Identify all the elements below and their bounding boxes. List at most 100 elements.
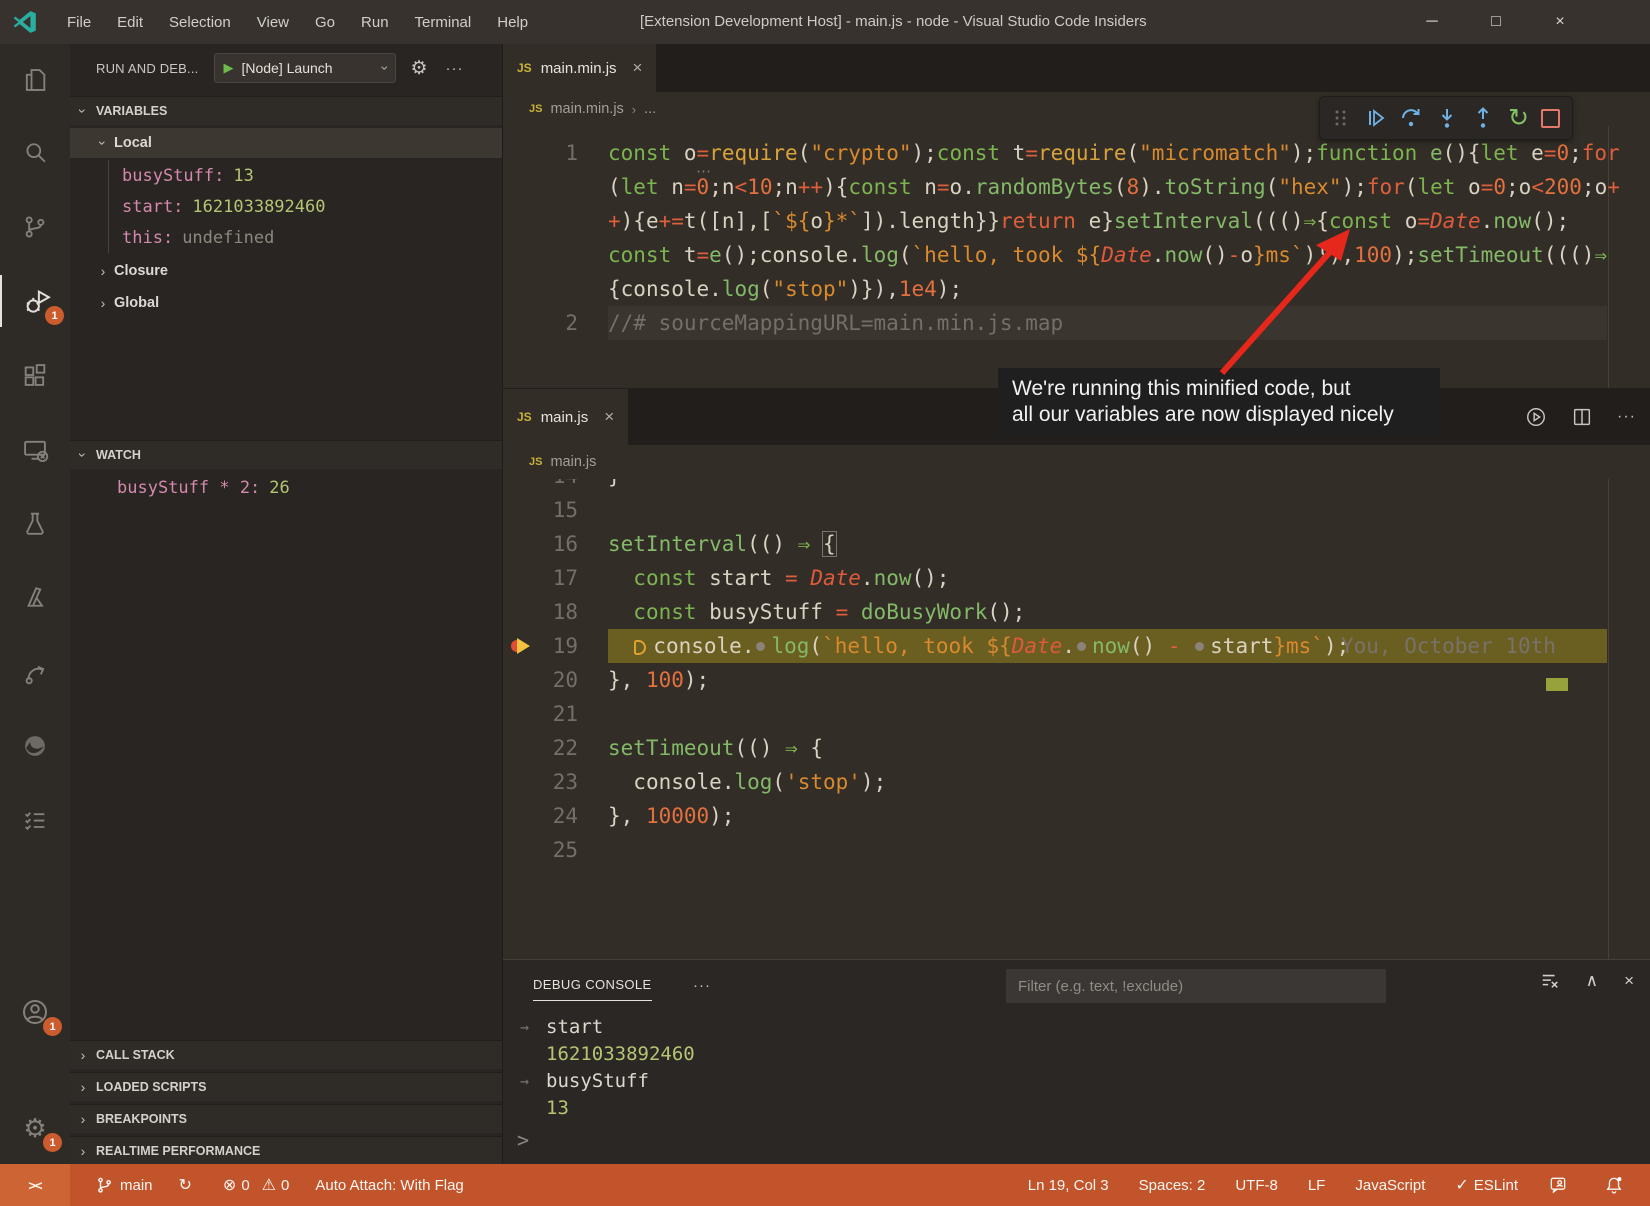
tab-debug-console[interactable]: DEBUG CONSOLE (533, 977, 652, 1001)
encoding-status[interactable]: UTF-8 (1235, 1177, 1278, 1194)
remote-explorer-icon[interactable] (0, 424, 70, 476)
maximize-panel-icon[interactable]: ∧ (1586, 971, 1598, 991)
watch-label: WATCH (96, 448, 141, 462)
todo-checklist-icon[interactable] (0, 794, 70, 846)
minimize-button[interactable]: ─ (1400, 0, 1464, 44)
eol-status[interactable]: LF (1308, 1177, 1326, 1194)
activity-bar: 1 1 (0, 44, 70, 1164)
editor-more-icon[interactable]: ··· (1617, 408, 1636, 426)
watch-section-header[interactable]: › WATCH (70, 440, 502, 469)
loaded-scripts-section-header[interactable]: › LOADED SCRIPTS (70, 1072, 502, 1101)
source-control-icon[interactable] (0, 201, 70, 253)
tab-main-js[interactable]: JS main.js × (503, 389, 628, 445)
launch-config-dropdown[interactable]: ▶ [Node] Launch › (214, 53, 396, 83)
split-editor-icon[interactable] (1571, 406, 1593, 428)
settings-gear-icon[interactable]: ⚙ 1 (0, 1102, 70, 1154)
remote-indicator[interactable]: >< (0, 1164, 70, 1206)
variable-start[interactable]: start: 1621033892460 (70, 191, 502, 222)
code-line: 2//# sourceMappingURL=main.min.js.map (503, 306, 1650, 340)
variables-section-header[interactable]: › VARIABLES (70, 96, 502, 125)
clear-console-icon[interactable] (1540, 971, 1560, 991)
accounts-icon[interactable]: 1 (0, 986, 70, 1038)
error-icon: ⊗ (223, 1175, 236, 1195)
console-prompt-icon[interactable]: > (517, 1128, 529, 1152)
console-input-row: →busyStuff (503, 1068, 1650, 1095)
launch-config-label: [Node] Launch (241, 60, 382, 76)
console-arrow-icon: → (503, 1014, 546, 1041)
chevron-collapsed-icon: › (92, 295, 114, 311)
run-and-debug-icon[interactable]: 1 (0, 275, 72, 327)
code-line: 15 (503, 493, 1650, 527)
realtime-performance-section-header[interactable]: › REALTIME PERFORMANCE (70, 1136, 502, 1165)
vscode-window: File Edit Selection View Go Run Terminal… (0, 0, 1650, 1206)
breakpoints-section-header[interactable]: › BREAKPOINTS (70, 1104, 502, 1133)
scope-global-label: Global (114, 295, 159, 311)
realtime-performance-label: REALTIME PERFORMANCE (96, 1144, 260, 1158)
testing-beaker-icon[interactable] (0, 497, 70, 549)
branch-status[interactable]: main (96, 1176, 153, 1194)
sync-status[interactable]: ↻ (179, 1175, 197, 1195)
edge-devtools-icon[interactable] (0, 720, 70, 772)
js-file-icon: JS (517, 410, 532, 424)
code-line: 1const o=require("crypto");const t=requi… (503, 136, 1650, 170)
close-tab-icon[interactable]: × (633, 58, 643, 78)
scope-closure[interactable]: › Closure (70, 256, 502, 286)
code-line: +){e+=t([n],[`${o}*`]).length}}return e}… (503, 204, 1650, 238)
watch-expression[interactable]: busyStuff * 2: 26 (70, 472, 502, 503)
debug-more-icon[interactable]: ··· (446, 60, 464, 77)
menu-edit[interactable]: Edit (104, 14, 156, 31)
auto-attach-status[interactable]: Auto Attach: With Flag (315, 1177, 463, 1194)
step-over-button[interactable] (1399, 106, 1423, 130)
run-or-debug-icon[interactable] (1525, 406, 1547, 428)
language-mode-status[interactable]: JavaScript (1355, 1177, 1425, 1194)
problems-status[interactable]: ⊗ 0 ⚠ 0 (223, 1175, 289, 1195)
variable-this[interactable]: this: undefined (70, 222, 502, 253)
menu-selection[interactable]: Selection (156, 14, 244, 31)
stop-button[interactable] (1541, 109, 1560, 128)
breakpoint-current-marker[interactable] (511, 638, 533, 654)
feedback-icon[interactable] (1548, 1175, 1574, 1195)
menu-help[interactable]: Help (484, 14, 541, 31)
eslint-status[interactable]: ✓ ESLint (1455, 1175, 1518, 1195)
continue-button[interactable] (1363, 106, 1387, 130)
step-into-button[interactable] (1435, 106, 1459, 130)
close-button[interactable]: × (1528, 0, 1592, 44)
menu-terminal[interactable]: Terminal (402, 14, 485, 31)
azure-icon[interactable] (0, 571, 70, 623)
code-line: 25 (503, 833, 1650, 867)
annotation-tooltip: We're running this minified code, but al… (998, 368, 1440, 437)
menu-go[interactable]: Go (302, 14, 348, 31)
variable-busystuff[interactable]: busyStuff: 13 (70, 160, 502, 191)
call-stack-section-header[interactable]: › CALL STACK (70, 1040, 502, 1069)
code-line: const t=e();console.log(`hello, took ${D… (503, 238, 1650, 272)
menu-file[interactable]: File (54, 14, 104, 31)
step-out-button[interactable] (1471, 106, 1495, 130)
toolbar-drag-grip[interactable] (1332, 109, 1350, 127)
explorer-icon[interactable] (0, 54, 70, 106)
search-icon[interactable] (0, 127, 70, 179)
code-line: 20}, 100); (503, 663, 1650, 697)
console-filter-input[interactable] (1006, 969, 1386, 1003)
editor-area: JS main.min.js × JS main.min.js › ... 1c… (503, 44, 1650, 1164)
indentation-status[interactable]: Spaces: 2 (1139, 1177, 1206, 1194)
scope-local[interactable]: › Local (70, 128, 502, 158)
code-line: 18 const busyStuff = doBusyWork(); (503, 595, 1650, 629)
configure-gear-icon[interactable]: ⚙ (410, 57, 427, 80)
restart-button[interactable]: ↺ (1508, 106, 1529, 131)
notifications-bell-icon[interactable] (1604, 1175, 1630, 1195)
live-share-icon[interactable] (0, 646, 70, 698)
menu-run[interactable]: Run (348, 14, 402, 31)
panel-more-icon[interactable]: ··· (693, 977, 711, 994)
menu-view[interactable]: View (244, 14, 302, 31)
debug-count-badge: 1 (45, 306, 64, 325)
scope-global[interactable]: › Global (70, 288, 502, 318)
maximize-button[interactable]: □ (1464, 0, 1528, 44)
cursor-position-status[interactable]: Ln 19, Col 3 (1028, 1177, 1109, 1194)
start-debug-icon[interactable]: ▶ (223, 60, 233, 76)
close-panel-icon[interactable]: × (1624, 971, 1634, 991)
breadcrumb[interactable]: JS main.js (503, 445, 1650, 479)
tab-main-min-js[interactable]: JS main.min.js × (503, 44, 656, 92)
close-tab-icon[interactable]: × (604, 407, 614, 427)
extensions-icon[interactable] (0, 349, 70, 401)
console-result-row: →1621033892460 (503, 1041, 1650, 1068)
